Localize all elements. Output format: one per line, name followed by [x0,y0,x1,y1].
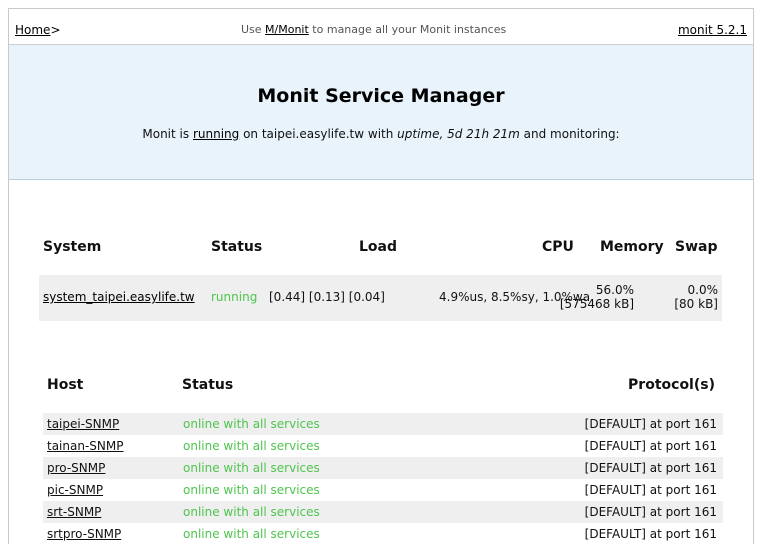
mmonit-prefix: Use [241,23,266,36]
running-link[interactable]: running [193,127,239,141]
table-row: taipei-SNMP online with all services [DE… [43,413,723,435]
table-row: tainan-SNMP online with all services [DE… [43,435,723,457]
host-status: online with all services [183,527,320,541]
mmonit-notice: Use M/Monit to manage all your Monit ins… [241,23,506,36]
host-protocol: [DEFAULT] at port 161 [584,417,717,431]
table-row: srt-SNMP online with all services [DEFAU… [43,501,723,523]
host-protocol: [DEFAULT] at port 161 [584,527,717,541]
breadcrumb-separator: > [50,23,61,37]
mmonit-suffix: to manage all your Monit instances [308,23,507,36]
swap-column-header: Swap [675,239,718,255]
header-banner: Monit Service Manager Monit is running o… [9,45,753,180]
host-status: online with all services [183,505,320,519]
top-bar: Home> Use M/Monit to manage all your Mon… [9,9,753,45]
status-column-header: Status [211,239,263,255]
table-row: srtpro-SNMP online with all services [DE… [43,523,723,544]
host-status: online with all services [183,461,320,475]
system-status: running [211,290,258,304]
version-link[interactable]: monit 5.2.1 [678,23,747,37]
system-name-link[interactable]: system_taipei.easylife.tw [43,290,195,304]
uptime-text: uptime, 5d 21h 21m [397,127,520,141]
system-table-header: System Status Load CPU Memory Swap [9,237,753,261]
host-link[interactable]: tainan-SNMP [47,439,123,453]
memory-percent: 56.0% [595,283,634,297]
host-status-column-header: Status [182,377,234,393]
host-status: online with all services [183,483,320,497]
system-row: system_taipei.easylife.tw running [0.44]… [39,275,722,321]
host-status: online with all services [183,439,320,453]
breadcrumb: Home> [15,23,61,37]
status-host: on taipei.easylife.tw with [239,127,398,141]
home-link[interactable]: Home [15,23,50,37]
cpu-column-header: CPU [542,239,574,255]
table-row: pic-SNMP online with all services [DEFAU… [43,479,723,501]
host-link[interactable]: pic-SNMP [47,483,103,497]
system-swap: 0.0% [80 kB] [674,283,718,311]
load-column-header: Load [359,239,398,255]
host-table-header: Host Status Protocol(s) [9,375,753,399]
host-protocol: [DEFAULT] at port 161 [584,439,717,453]
memory-column-header: Memory [600,239,664,255]
host-protocol: [DEFAULT] at port 161 [584,461,717,475]
host-column-header: Host [47,377,84,393]
system-column-header: System [43,239,102,255]
system-load: [0.44] [0.13] [0.04] [269,290,385,304]
status-prefix: Monit is [142,127,193,141]
host-table: taipei-SNMP online with all services [DE… [43,413,723,544]
protocol-column-header: Protocol(s) [628,377,715,393]
monit-page: Home> Use M/Monit to manage all your Mon… [8,8,754,544]
host-link[interactable]: srtpro-SNMP [47,527,121,541]
host-link[interactable]: taipei-SNMP [47,417,119,431]
mmonit-link[interactable]: M/Monit [265,23,309,36]
host-link[interactable]: pro-SNMP [47,461,105,475]
swap-kb: [80 kB] [674,297,718,311]
table-row: pro-SNMP online with all services [DEFAU… [43,457,723,479]
host-protocol: [DEFAULT] at port 161 [584,505,717,519]
monit-status-line: Monit is running on taipei.easylife.tw w… [9,127,753,141]
host-protocol: [DEFAULT] at port 161 [584,483,717,497]
status-suffix: and monitoring: [519,127,620,141]
host-link[interactable]: srt-SNMP [47,505,101,519]
system-memory: 56.0% [575468 kB] [560,283,634,311]
memory-kb: [575468 kB] [559,297,634,311]
host-status: online with all services [183,417,320,431]
swap-percent: 0.0% [687,283,719,297]
page-title: Monit Service Manager [257,85,505,107]
